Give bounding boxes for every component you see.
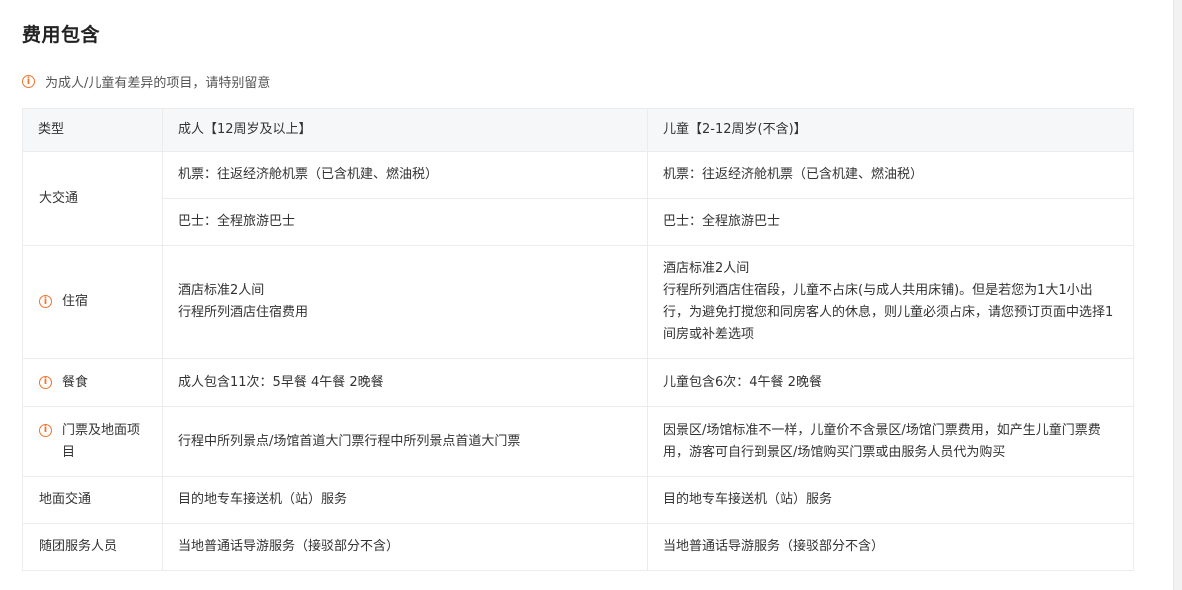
row-label-guide: 随团服务人员 — [22, 523, 163, 571]
cell-line: 酒店标准2人间 — [663, 261, 750, 276]
fee-table: 类型 成人【12周岁及以上】 儿童【2-12周岁(不含)】 大交通 机票：往返经… — [22, 108, 1134, 571]
cell-bus-adult: 巴士：全程旅游巴士 — [162, 198, 648, 246]
row-label-hotel: i 住宿 — [22, 245, 163, 359]
table-row: i 住宿 酒店标准2人间 行程所列酒店住宿费用 酒店标准2人间 行程所列酒店住宿… — [22, 245, 1134, 359]
table-row: 巴士：全程旅游巴士 巴士：全程旅游巴士 — [23, 198, 1134, 246]
info-circle-icon[interactable]: i — [39, 423, 52, 437]
header-adult: 成人【12周岁及以上】 — [162, 108, 648, 152]
cell-ground-child: 目的地专车接送机（站）服务 — [647, 476, 1134, 524]
cell-line: 行程所列酒店住宿段，儿童不占床(与成人共用床铺)。但是若您为1大1小出行，为避免… — [663, 283, 1114, 342]
cell-hotel-adult: 酒店标准2人间 行程所列酒店住宿费用 — [162, 245, 648, 359]
table-header-row: 类型 成人【12周岁及以上】 儿童【2-12周岁(不含)】 — [22, 108, 1134, 152]
table-row: 地面交通 目的地专车接送机（站）服务 目的地专车接送机（站）服务 — [22, 476, 1134, 524]
cell-tickets-child: 因景区/场馆标准不一样，儿童价不含景区/场馆门票费用，如产生儿童门票费用，游客可… — [647, 406, 1134, 477]
cell-guide-child: 当地普通话导游服务（接驳部分不含） — [647, 523, 1134, 571]
table-row: 随团服务人员 当地普通话导游服务（接驳部分不含） 当地普通话导游服务（接驳部分不… — [22, 523, 1134, 571]
table-row: 大交通 机票：往返经济舱机票（已含机建、燃油税） 机票：往返经济舱机票（已含机建… — [22, 151, 1134, 246]
table-row: i 餐食 成人包含11次：5早餐 4午餐 2晚餐 儿童包含6次：4午餐 2晚餐 — [22, 358, 1134, 407]
cell-ground-adult: 目的地专车接送机（站）服务 — [162, 476, 648, 524]
cell-tickets-adult: 行程中所列景点/场馆首道大门票行程中所列景点首道大门票 — [162, 406, 648, 477]
row-label-transport: 大交通 — [22, 151, 163, 246]
cell-flight-adult: 机票：往返经济舱机票（已含机建、燃油税） — [162, 151, 648, 199]
cell-meals-adult: 成人包含11次：5早餐 4午餐 2晚餐 — [162, 358, 648, 407]
cell-hotel-child: 酒店标准2人间 行程所列酒店住宿段，儿童不占床(与成人共用床铺)。但是若您为1大… — [647, 245, 1134, 359]
cell-flight-child: 机票：往返经济舱机票（已含机建、燃油税） — [647, 151, 1134, 199]
row-label-meals: i 餐食 — [22, 358, 163, 407]
info-circle-icon[interactable]: i — [39, 375, 52, 389]
row-label-tickets: i 门票及地面项目 — [22, 406, 163, 477]
info-circle-icon[interactable]: i — [39, 295, 52, 308]
cell-line: 酒店标准2人间 — [178, 283, 265, 298]
cell-guide-adult: 当地普通话导游服务（接驳部分不含） — [162, 523, 648, 571]
row-label-text: 门票及地面项目 — [62, 422, 141, 460]
notice-text: 为成人/儿童有差异的项目，请特别留意 — [45, 76, 271, 91]
cell-meals-child: 儿童包含6次：4午餐 2晚餐 — [647, 358, 1134, 407]
scrollbar-track[interactable] — [1173, 0, 1182, 590]
header-child: 儿童【2-12周岁(不含)】 — [647, 108, 1134, 152]
row-label-ground: 地面交通 — [22, 476, 163, 524]
row-label-text: 餐食 — [62, 374, 89, 390]
row-label-text: 住宿 — [62, 294, 89, 309]
cell-bus-child: 巴士：全程旅游巴士 — [647, 198, 1134, 246]
table-row: i 门票及地面项目 行程中所列景点/场馆首道大门票行程中所列景点首道大门票 因景… — [22, 406, 1134, 477]
header-type: 类型 — [22, 108, 163, 152]
section-title: 费用包含 — [22, 24, 101, 46]
notice-row: i 为成人/儿童有差异的项目，请特别留意 — [22, 72, 270, 91]
info-circle-icon: i — [22, 75, 35, 88]
cell-line: 行程所列酒店住宿费用 — [178, 305, 309, 320]
